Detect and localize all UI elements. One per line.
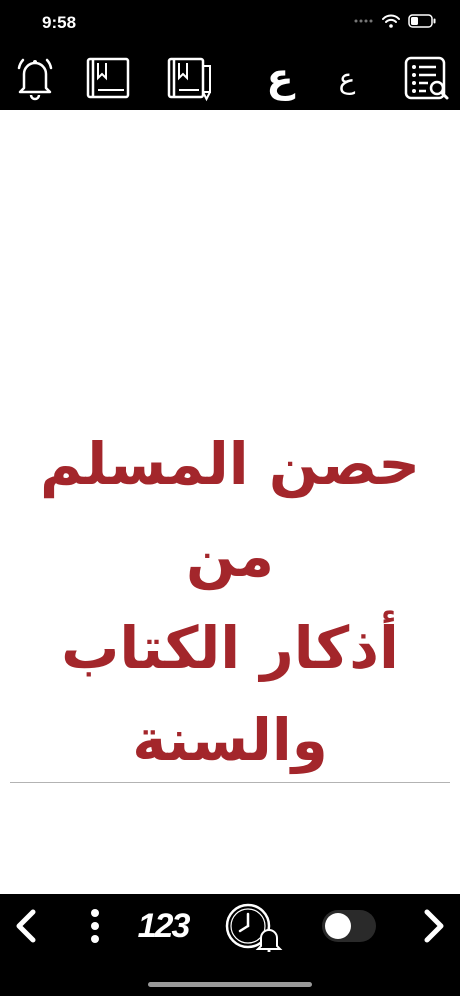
bookmarks-button[interactable]: [82, 46, 134, 110]
more-vertical-icon: [91, 909, 99, 943]
toggle-knob: [325, 913, 351, 939]
more-options-button[interactable]: [80, 894, 110, 958]
book-bookmark-icon: [86, 57, 130, 99]
status-indicators: [354, 14, 436, 28]
home-indicator[interactable]: [148, 982, 312, 987]
top-toolbar: ع ع: [0, 46, 460, 110]
chevron-left-icon: [16, 909, 36, 943]
night-mode-toggle[interactable]: [320, 894, 378, 958]
notes-button[interactable]: [164, 46, 216, 110]
reminder-bell-button[interactable]: [10, 46, 60, 110]
page-number-label: 123: [137, 906, 191, 945]
signal-icon: [354, 19, 373, 23]
battery-icon: [408, 14, 436, 28]
toggle-track: [322, 910, 376, 942]
arabic-letter-small: ع: [338, 61, 356, 95]
clock-bell-icon: [225, 903, 283, 952]
list-search-icon: [404, 56, 449, 100]
chevron-right-icon: [424, 909, 444, 943]
previous-page-button[interactable]: [6, 894, 46, 958]
font-decrease-button[interactable]: ع: [324, 46, 370, 110]
next-page-button[interactable]: [414, 894, 454, 958]
status-bar: 9:58: [0, 0, 460, 46]
book-title-line-3: والسنة: [132, 706, 328, 774]
bell-icon: [17, 58, 53, 101]
page-divider: [10, 782, 450, 783]
book-page: حصن المسلم من أذكار الكتاب والسنة: [0, 110, 460, 894]
reminder-time-button[interactable]: [222, 894, 284, 958]
book-pen-icon: [167, 57, 211, 102]
font-increase-button[interactable]: ع: [252, 46, 308, 110]
status-time: 9:58: [42, 13, 77, 32]
book-title-line-2: أذكار الكتاب: [61, 614, 399, 682]
arabic-letter-large: ع: [266, 55, 294, 101]
book-title: حصن المسلم من أذكار الكتاب والسنة: [0, 418, 460, 786]
go-to-page-button[interactable]: 123: [130, 894, 196, 958]
wifi-icon: [382, 14, 400, 28]
index-search-button[interactable]: [400, 46, 452, 110]
bottom-toolbar: 123: [0, 894, 460, 996]
book-title-line-1: حصن المسلم من: [39, 430, 421, 590]
